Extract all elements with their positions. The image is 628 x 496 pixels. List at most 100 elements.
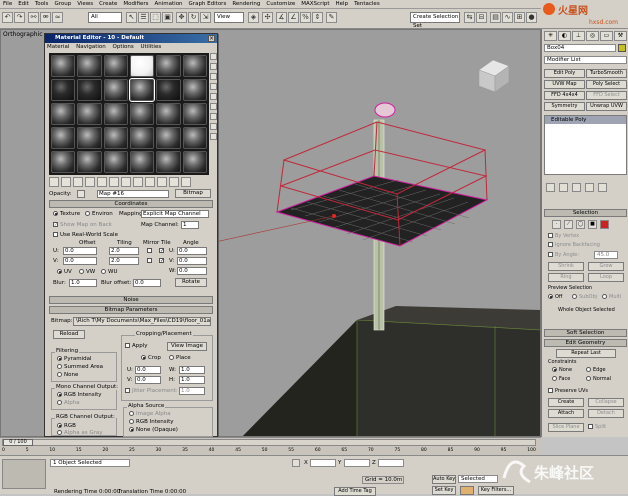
pyramidal-radio[interactable]: Pyramidal [57,356,91,362]
sample-slot[interactable] [51,127,76,149]
crop-v-field[interactable]: 0.0 [135,376,161,384]
selection-rollout[interactable]: Selection [544,209,627,217]
sample-slot[interactable] [51,79,76,101]
jitter-checkbox[interactable]: Jitter Placement: [125,388,178,394]
go-to-parent-icon[interactable] [169,177,179,187]
sample-type-icon[interactable] [210,53,217,60]
v-tiling-field[interactable]: 2.0 [109,257,139,265]
sample-slot[interactable] [103,151,128,173]
sample-slot[interactable] [182,151,207,173]
sample-slot[interactable] [103,103,128,125]
menu-group[interactable]: Group [54,1,71,7]
spinner-snap-icon[interactable]: ⇕ [312,12,323,23]
select-move-icon[interactable]: ✥ [176,12,187,23]
u-mirror-checkbox[interactable] [147,248,152,253]
preview-multi-radio[interactable]: Multi [602,294,621,300]
background-icon[interactable] [210,73,217,80]
make-unique-icon[interactable] [109,177,119,187]
u-angle-field[interactable]: 0.0 [177,247,207,255]
menu-options[interactable]: Options [113,44,134,50]
sample-slot[interactable] [103,127,128,149]
selection-filter-dropdown[interactable]: All [88,12,122,23]
rgb-radio[interactable]: RGB [57,423,76,429]
u-tiling-field[interactable]: 2.0 [109,247,139,255]
create-button[interactable]: Create [548,398,584,407]
map-name-field[interactable]: Map #16 [97,190,169,198]
repeat-last-button[interactable]: Repeat Last [556,349,616,358]
utilities-tab-icon[interactable]: ⚒ [614,31,627,41]
use-real-world-checkbox[interactable]: Use Real-World Scale [53,232,118,238]
bitmap-path-button[interactable]: \Rich T\My Documents\Max_Files\CD19\floo… [73,317,211,326]
edit-named-selection-icon[interactable]: ✎ [326,12,337,23]
edit-geometry-rollout[interactable]: Edit Geometry [544,339,627,347]
vertex-level-icon[interactable]: · [552,220,561,229]
sample-slot[interactable] [77,55,102,77]
texture-radio[interactable]: Texture [53,211,80,217]
none-opaque-radio[interactable]: None (Opaque) [129,427,178,433]
menu-views[interactable]: Views [77,1,93,7]
blur-field[interactable]: 1.0 [69,279,97,287]
poly-select-button[interactable]: Poly Select [586,80,627,89]
collapse-button[interactable]: Collapse [588,398,624,407]
material-editor-icon[interactable]: ● [526,12,537,23]
ignore-backfacing-checkbox[interactable]: Ignore Backfacing [548,242,600,248]
map-type-button[interactable]: Bitmap [175,189,211,198]
menu-tentacles[interactable]: Tentacles [354,1,380,7]
backlight-icon[interactable] [210,63,217,70]
polygon-level-icon[interactable]: ■ [588,220,597,229]
material-editor-window[interactable]: Material Editor - 10 - Default × Materia… [44,33,218,437]
selected-dropdown[interactable]: Selected [458,475,498,483]
sample-slot[interactable] [77,79,102,101]
hierarchy-tab-icon[interactable]: ⊥ [572,31,585,41]
reset-map-icon[interactable] [85,177,95,187]
stack-item-editable-poly[interactable]: Editable Poly [545,116,626,124]
u-offset-field[interactable]: 0.0 [63,247,97,255]
percent-snap-icon[interactable]: % [300,12,311,23]
x-coord-field[interactable] [310,459,336,467]
environ-radio[interactable]: Environ [85,211,113,217]
grow-button[interactable]: Grow [588,262,624,271]
viewcube-icon[interactable] [478,59,510,93]
v-angle-field[interactable]: 0.0 [177,257,207,265]
z-coord-field[interactable] [378,459,404,467]
sample-slot[interactable] [77,103,102,125]
sample-slot[interactable] [77,127,102,149]
redo-icon[interactable]: ↷ [14,12,25,23]
sample-slot[interactable] [130,103,155,125]
video-color-check-icon[interactable] [210,93,217,100]
maxscript-listener-mini[interactable] [2,459,46,489]
mono-rgb-intensity-radio[interactable]: RGB Intensity [57,392,102,398]
link-icon[interactable]: ⚯ [28,12,39,23]
menu-create[interactable]: Create [99,1,117,7]
show-map-on-back-checkbox[interactable]: Show Map on Back [53,222,112,228]
menu-help[interactable]: Help [336,1,349,7]
object-name-field[interactable]: Box04 [544,44,616,52]
menu-file[interactable]: File [3,1,12,7]
alpha-as-gray-radio[interactable]: Alpha as Gray [57,430,103,436]
assign-to-selection-icon[interactable] [73,177,83,187]
material-id-channel-icon[interactable] [133,177,143,187]
sample-slot[interactable] [156,127,181,149]
preserve-uvs-checkbox[interactable]: Preserve UVs [548,388,588,394]
uvw-map-button[interactable]: UVW Map [544,80,585,89]
bitmap-parameters-rollout[interactable]: Bitmap Parameters [49,306,213,314]
blur-offset-field[interactable]: 0.0 [133,279,161,287]
by-angle-field[interactable]: 45.0 [594,251,618,259]
crop-h-field[interactable]: 1.0 [179,376,205,384]
noise-rollout[interactable]: Noise [49,296,213,304]
make-copy-icon[interactable] [97,177,107,187]
menu-edit[interactable]: Edit [18,1,29,7]
time-slider-track[interactable]: 0 / 100 [2,439,536,446]
region-select-icon[interactable]: ⬚ [150,12,161,23]
pick-sample-icon[interactable] [77,190,85,198]
go-forward-to-sibling-icon[interactable] [181,177,191,187]
ring-button[interactable]: Ring [548,273,584,282]
sample-slot[interactable] [156,103,181,125]
coordinates-rollout[interactable]: Coordinates [49,200,213,208]
alpha-rgb-intensity-radio[interactable]: RGB Intensity [129,419,174,425]
jitter-field[interactable]: 1.0 [179,387,205,395]
menu-graph-editors[interactable]: Graph Editors [189,1,227,7]
map-channel-field[interactable]: 1 [181,221,199,229]
select-object-icon[interactable]: ↖ [126,12,137,23]
v-mirror-checkbox[interactable] [147,258,152,263]
